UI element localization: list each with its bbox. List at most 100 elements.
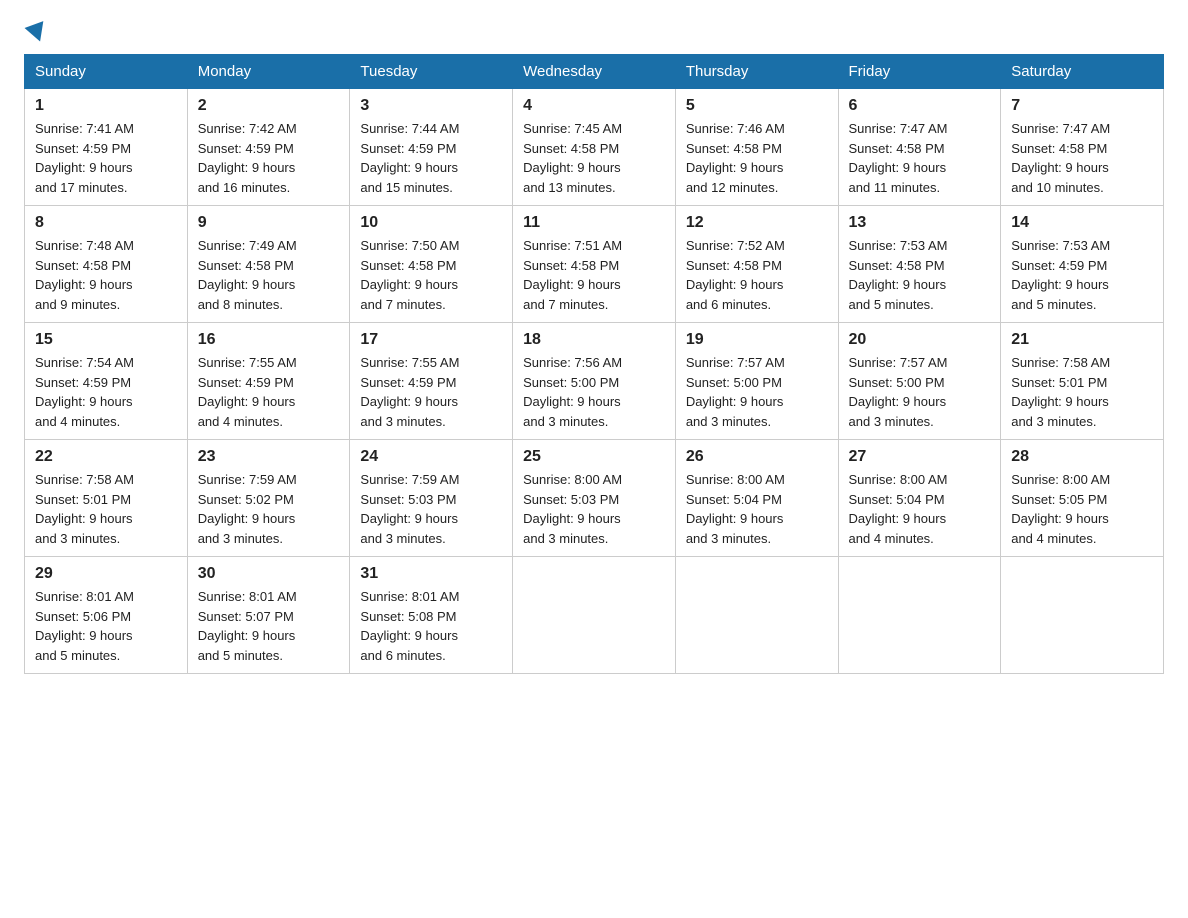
- day-info: Sunrise: 7:59 AMSunset: 5:02 PMDaylight:…: [198, 472, 297, 546]
- calendar-day-cell: 8 Sunrise: 7:48 AMSunset: 4:58 PMDayligh…: [25, 206, 188, 323]
- day-info: Sunrise: 8:00 AMSunset: 5:03 PMDaylight:…: [523, 472, 622, 546]
- calendar-day-cell: 7 Sunrise: 7:47 AMSunset: 4:58 PMDayligh…: [1001, 89, 1164, 206]
- day-info: Sunrise: 7:53 AMSunset: 4:58 PMDaylight:…: [849, 238, 948, 312]
- day-info: Sunrise: 7:46 AMSunset: 4:58 PMDaylight:…: [686, 121, 785, 195]
- calendar-day-cell: 10 Sunrise: 7:50 AMSunset: 4:58 PMDaylig…: [350, 206, 513, 323]
- day-number: 13: [849, 214, 991, 232]
- day-info: Sunrise: 7:58 AMSunset: 5:01 PMDaylight:…: [1011, 355, 1110, 429]
- day-info: Sunrise: 7:47 AMSunset: 4:58 PMDaylight:…: [849, 121, 948, 195]
- day-of-week-header: Saturday: [1001, 55, 1164, 89]
- day-info: Sunrise: 8:00 AMSunset: 5:05 PMDaylight:…: [1011, 472, 1110, 546]
- day-of-week-header: Monday: [187, 55, 350, 89]
- day-number: 7: [1011, 97, 1153, 115]
- calendar-day-cell: 13 Sunrise: 7:53 AMSunset: 4:58 PMDaylig…: [838, 206, 1001, 323]
- calendar-day-cell: 9 Sunrise: 7:49 AMSunset: 4:58 PMDayligh…: [187, 206, 350, 323]
- calendar-day-cell: [675, 557, 838, 674]
- calendar-day-cell: 12 Sunrise: 7:52 AMSunset: 4:58 PMDaylig…: [675, 206, 838, 323]
- calendar-week-row: 29 Sunrise: 8:01 AMSunset: 5:06 PMDaylig…: [25, 557, 1164, 674]
- day-info: Sunrise: 7:57 AMSunset: 5:00 PMDaylight:…: [686, 355, 785, 429]
- day-info: Sunrise: 7:55 AMSunset: 4:59 PMDaylight:…: [198, 355, 297, 429]
- day-of-week-header: Tuesday: [350, 55, 513, 89]
- day-info: Sunrise: 8:01 AMSunset: 5:08 PMDaylight:…: [360, 589, 459, 663]
- calendar-day-cell: 11 Sunrise: 7:51 AMSunset: 4:58 PMDaylig…: [513, 206, 676, 323]
- day-info: Sunrise: 7:50 AMSunset: 4:58 PMDaylight:…: [360, 238, 459, 312]
- calendar-day-cell: 18 Sunrise: 7:56 AMSunset: 5:00 PMDaylig…: [513, 323, 676, 440]
- day-number: 5: [686, 97, 828, 115]
- calendar-week-row: 8 Sunrise: 7:48 AMSunset: 4:58 PMDayligh…: [25, 206, 1164, 323]
- day-info: Sunrise: 7:52 AMSunset: 4:58 PMDaylight:…: [686, 238, 785, 312]
- calendar-day-cell: 15 Sunrise: 7:54 AMSunset: 4:59 PMDaylig…: [25, 323, 188, 440]
- day-info: Sunrise: 7:54 AMSunset: 4:59 PMDaylight:…: [35, 355, 134, 429]
- day-info: Sunrise: 8:00 AMSunset: 5:04 PMDaylight:…: [849, 472, 948, 546]
- calendar-day-cell: 27 Sunrise: 8:00 AMSunset: 5:04 PMDaylig…: [838, 440, 1001, 557]
- calendar-day-cell: 20 Sunrise: 7:57 AMSunset: 5:00 PMDaylig…: [838, 323, 1001, 440]
- calendar-header-row: SundayMondayTuesdayWednesdayThursdayFrid…: [25, 55, 1164, 89]
- day-number: 18: [523, 331, 665, 349]
- day-info: Sunrise: 7:51 AMSunset: 4:58 PMDaylight:…: [523, 238, 622, 312]
- day-of-week-header: Wednesday: [513, 55, 676, 89]
- calendar-week-row: 15 Sunrise: 7:54 AMSunset: 4:59 PMDaylig…: [25, 323, 1164, 440]
- day-info: Sunrise: 8:00 AMSunset: 5:04 PMDaylight:…: [686, 472, 785, 546]
- day-number: 21: [1011, 331, 1153, 349]
- day-of-week-header: Friday: [838, 55, 1001, 89]
- day-info: Sunrise: 7:44 AMSunset: 4:59 PMDaylight:…: [360, 121, 459, 195]
- day-info: Sunrise: 7:48 AMSunset: 4:58 PMDaylight:…: [35, 238, 134, 312]
- calendar-day-cell: 17 Sunrise: 7:55 AMSunset: 4:59 PMDaylig…: [350, 323, 513, 440]
- day-number: 31: [360, 565, 502, 583]
- day-info: Sunrise: 7:49 AMSunset: 4:58 PMDaylight:…: [198, 238, 297, 312]
- calendar-week-row: 1 Sunrise: 7:41 AMSunset: 4:59 PMDayligh…: [25, 89, 1164, 206]
- calendar-day-cell: [513, 557, 676, 674]
- day-number: 23: [198, 448, 340, 466]
- day-number: 17: [360, 331, 502, 349]
- day-info: Sunrise: 7:41 AMSunset: 4:59 PMDaylight:…: [35, 121, 134, 195]
- calendar-day-cell: 30 Sunrise: 8:01 AMSunset: 5:07 PMDaylig…: [187, 557, 350, 674]
- calendar-table: SundayMondayTuesdayWednesdayThursdayFrid…: [24, 54, 1164, 674]
- logo-arrow-icon: [25, 21, 50, 45]
- day-number: 8: [35, 214, 177, 232]
- calendar-day-cell: 22 Sunrise: 7:58 AMSunset: 5:01 PMDaylig…: [25, 440, 188, 557]
- day-number: 27: [849, 448, 991, 466]
- calendar-day-cell: 28 Sunrise: 8:00 AMSunset: 5:05 PMDaylig…: [1001, 440, 1164, 557]
- day-number: 12: [686, 214, 828, 232]
- day-number: 22: [35, 448, 177, 466]
- calendar-day-cell: 4 Sunrise: 7:45 AMSunset: 4:58 PMDayligh…: [513, 89, 676, 206]
- day-info: Sunrise: 7:47 AMSunset: 4:58 PMDaylight:…: [1011, 121, 1110, 195]
- day-number: 10: [360, 214, 502, 232]
- day-number: 20: [849, 331, 991, 349]
- day-of-week-header: Thursday: [675, 55, 838, 89]
- calendar-day-cell: 29 Sunrise: 8:01 AMSunset: 5:06 PMDaylig…: [25, 557, 188, 674]
- calendar-day-cell: 14 Sunrise: 7:53 AMSunset: 4:59 PMDaylig…: [1001, 206, 1164, 323]
- day-info: Sunrise: 7:58 AMSunset: 5:01 PMDaylight:…: [35, 472, 134, 546]
- day-number: 1: [35, 97, 177, 115]
- day-number: 2: [198, 97, 340, 115]
- day-number: 9: [198, 214, 340, 232]
- calendar-day-cell: 3 Sunrise: 7:44 AMSunset: 4:59 PMDayligh…: [350, 89, 513, 206]
- day-number: 3: [360, 97, 502, 115]
- day-number: 14: [1011, 214, 1153, 232]
- day-of-week-header: Sunday: [25, 55, 188, 89]
- day-number: 26: [686, 448, 828, 466]
- day-info: Sunrise: 7:56 AMSunset: 5:00 PMDaylight:…: [523, 355, 622, 429]
- day-number: 19: [686, 331, 828, 349]
- calendar-day-cell: 31 Sunrise: 8:01 AMSunset: 5:08 PMDaylig…: [350, 557, 513, 674]
- calendar-day-cell: 25 Sunrise: 8:00 AMSunset: 5:03 PMDaylig…: [513, 440, 676, 557]
- day-number: 28: [1011, 448, 1153, 466]
- day-info: Sunrise: 7:42 AMSunset: 4:59 PMDaylight:…: [198, 121, 297, 195]
- calendar-day-cell: 19 Sunrise: 7:57 AMSunset: 5:00 PMDaylig…: [675, 323, 838, 440]
- calendar-day-cell: 26 Sunrise: 8:00 AMSunset: 5:04 PMDaylig…: [675, 440, 838, 557]
- calendar-day-cell: 5 Sunrise: 7:46 AMSunset: 4:58 PMDayligh…: [675, 89, 838, 206]
- day-number: 4: [523, 97, 665, 115]
- calendar-day-cell: 2 Sunrise: 7:42 AMSunset: 4:59 PMDayligh…: [187, 89, 350, 206]
- day-number: 6: [849, 97, 991, 115]
- day-info: Sunrise: 8:01 AMSunset: 5:07 PMDaylight:…: [198, 589, 297, 663]
- day-number: 16: [198, 331, 340, 349]
- day-info: Sunrise: 7:59 AMSunset: 5:03 PMDaylight:…: [360, 472, 459, 546]
- calendar-day-cell: 21 Sunrise: 7:58 AMSunset: 5:01 PMDaylig…: [1001, 323, 1164, 440]
- day-number: 24: [360, 448, 502, 466]
- page-header: [24, 24, 1164, 38]
- logo: [24, 24, 50, 38]
- day-number: 11: [523, 214, 665, 232]
- calendar-day-cell: [1001, 557, 1164, 674]
- day-info: Sunrise: 8:01 AMSunset: 5:06 PMDaylight:…: [35, 589, 134, 663]
- calendar-day-cell: 23 Sunrise: 7:59 AMSunset: 5:02 PMDaylig…: [187, 440, 350, 557]
